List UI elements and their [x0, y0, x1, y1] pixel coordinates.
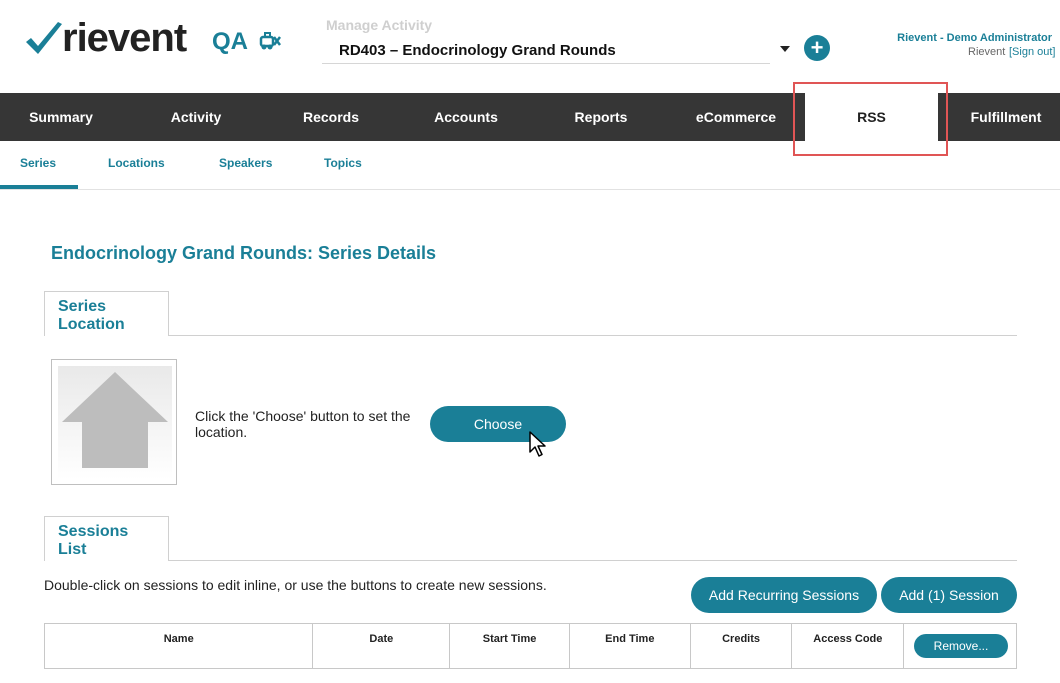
- column-header-access-code[interactable]: Access Code: [792, 624, 905, 668]
- add-recurring-sessions-button[interactable]: Add Recurring Sessions: [691, 577, 877, 613]
- nav-reports[interactable]: Reports: [540, 93, 662, 141]
- manage-activity-label: Manage Activity: [326, 17, 433, 33]
- tab-divider: [168, 560, 1017, 561]
- subnav-series[interactable]: Series: [20, 156, 56, 170]
- nav-accounts[interactable]: Accounts: [405, 93, 527, 141]
- nav-fulfillment[interactable]: Fulfillment: [952, 93, 1060, 141]
- location-thumbnail: [51, 359, 177, 485]
- logo-text: rievent: [62, 16, 187, 60]
- rss-highlight-box: [793, 82, 948, 156]
- mouse-cursor-icon: [529, 431, 546, 457]
- activity-select-value: RD403 – Endocrinology Grand Rounds: [339, 42, 616, 59]
- tab-series-location[interactable]: Series Location: [44, 291, 169, 336]
- column-header-date[interactable]: Date: [313, 624, 451, 668]
- logo-checkmark-icon: [26, 22, 62, 54]
- location-hint: Click the 'Choose' button to set the loc…: [195, 408, 411, 440]
- house-icon: [62, 372, 168, 468]
- nav-activity[interactable]: Activity: [135, 93, 257, 141]
- nav-summary[interactable]: Summary: [0, 93, 122, 141]
- subnav-speakers[interactable]: Speakers: [219, 156, 272, 170]
- nav-ecommerce[interactable]: eCommerce: [675, 93, 797, 141]
- page-title: Endocrinology Grand Rounds: Series Detai…: [51, 243, 437, 263]
- tab-sessions-list-label: Sessions List: [58, 523, 129, 558]
- environment-badge: QA: [212, 28, 248, 55]
- tab-divider: [168, 335, 1017, 336]
- add-session-button[interactable]: Add (1) Session: [881, 577, 1017, 613]
- remove-sessions-button[interactable]: Remove...: [914, 634, 1008, 658]
- user-organization: Rievent: [968, 46, 1006, 58]
- add-activity-button[interactable]: +: [804, 35, 830, 61]
- sign-out-link[interactable]: [Sign out]: [1009, 46, 1055, 58]
- chevron-down-icon[interactable]: [780, 46, 790, 52]
- subnav-divider: [0, 189, 1060, 190]
- column-header-start-time[interactable]: Start Time: [450, 624, 570, 668]
- sessions-help-text: Double-click on sessions to edit inline,…: [44, 577, 547, 593]
- user-name: Rievent - Demo Administrator: [897, 32, 1052, 44]
- tab-series-location-label: Series Location: [58, 298, 125, 333]
- subnav-topics[interactable]: Topics: [324, 156, 362, 170]
- subnav-locations[interactable]: Locations: [108, 156, 165, 170]
- column-header-credits[interactable]: Credits: [691, 624, 793, 668]
- tab-sessions-list[interactable]: Sessions List: [44, 516, 169, 561]
- column-header-end-time[interactable]: End Time: [570, 624, 691, 668]
- column-header-name[interactable]: Name: [45, 624, 314, 668]
- nav-records[interactable]: Records: [270, 93, 392, 141]
- activity-select[interactable]: RD403 – Endocrinology Grand Rounds: [322, 36, 770, 64]
- sessions-table-header: Name Date Start Time End Time Credits Ac…: [44, 623, 1017, 669]
- bug-icon: [259, 32, 281, 50]
